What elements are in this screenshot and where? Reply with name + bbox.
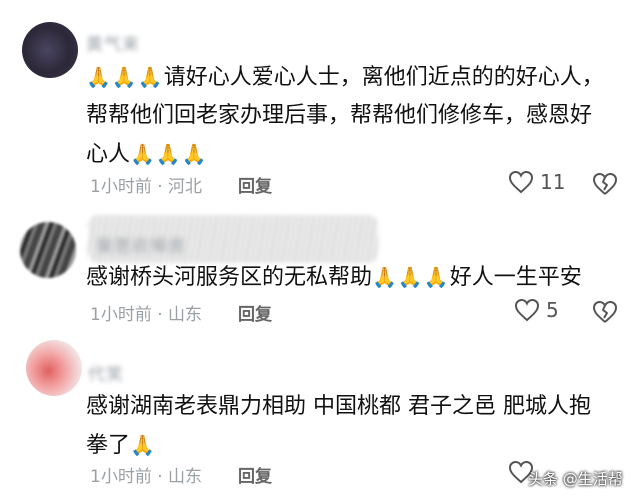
comment-time: 1小时前 — [90, 467, 152, 487]
comment-text: 感谢湖南老表鼎力相助 中国桃都 君子之邑 肥城人抱拳了🙏 — [86, 394, 591, 458]
comment-time: 1小时前 — [90, 177, 152, 197]
praying-hands-emoji: 🙏🙏🙏 — [372, 265, 450, 289]
comment-time: 1小时前 — [90, 305, 152, 325]
watermark: 头条 @生活帮 — [528, 470, 623, 488]
like-button[interactable]: 5 — [514, 298, 559, 322]
praying-hands-emoji: 🙏🙏🙏 — [86, 65, 164, 89]
reply-button[interactable]: 回复 — [238, 300, 272, 325]
reply-button[interactable]: 回复 — [238, 462, 272, 487]
comment-text: 🙏🙏🙏请好心人爱心人士，离他们近点的的好心人，帮帮他们回老家办理后事，帮帮他们修… — [86, 65, 604, 167]
heart-icon[interactable] — [508, 170, 534, 194]
dislike-button[interactable] — [592, 300, 618, 324]
like-count: 11 — [540, 170, 566, 194]
reply-button[interactable]: 回复 — [238, 172, 272, 197]
comment-location: 河北 — [168, 177, 203, 197]
broken-heart-icon[interactable] — [592, 300, 618, 324]
username[interactable]: 黄气来 — [86, 30, 140, 55]
avatar[interactable] — [26, 340, 82, 396]
praying-hands-emoji: 🙏🙏🙏 — [130, 142, 208, 166]
heart-icon[interactable] — [514, 298, 540, 322]
avatar[interactable] — [22, 22, 78, 78]
avatar[interactable] — [20, 222, 76, 278]
broken-heart-icon[interactable] — [592, 172, 618, 196]
dislike-button[interactable] — [592, 172, 618, 196]
username[interactable]: 葵思欢埠房 — [96, 232, 186, 257]
like-count: 5 — [546, 298, 559, 322]
comment-text: 感谢桥头河服务区的无私帮助🙏🙏🙏好人一生平安 — [86, 265, 582, 290]
comment-meta: 1小时前 · 河北 — [90, 177, 203, 197]
like-button[interactable]: 11 — [508, 170, 565, 194]
comment-location: 山东 — [168, 467, 203, 487]
comment-meta: 1小时前 · 山东 — [90, 305, 203, 325]
username[interactable]: 代笑 — [88, 360, 124, 385]
comment-meta: 1小时前 · 山东 — [90, 467, 203, 487]
comment-location: 山东 — [168, 305, 203, 325]
praying-hands-emoji: 🙏 — [130, 433, 156, 457]
